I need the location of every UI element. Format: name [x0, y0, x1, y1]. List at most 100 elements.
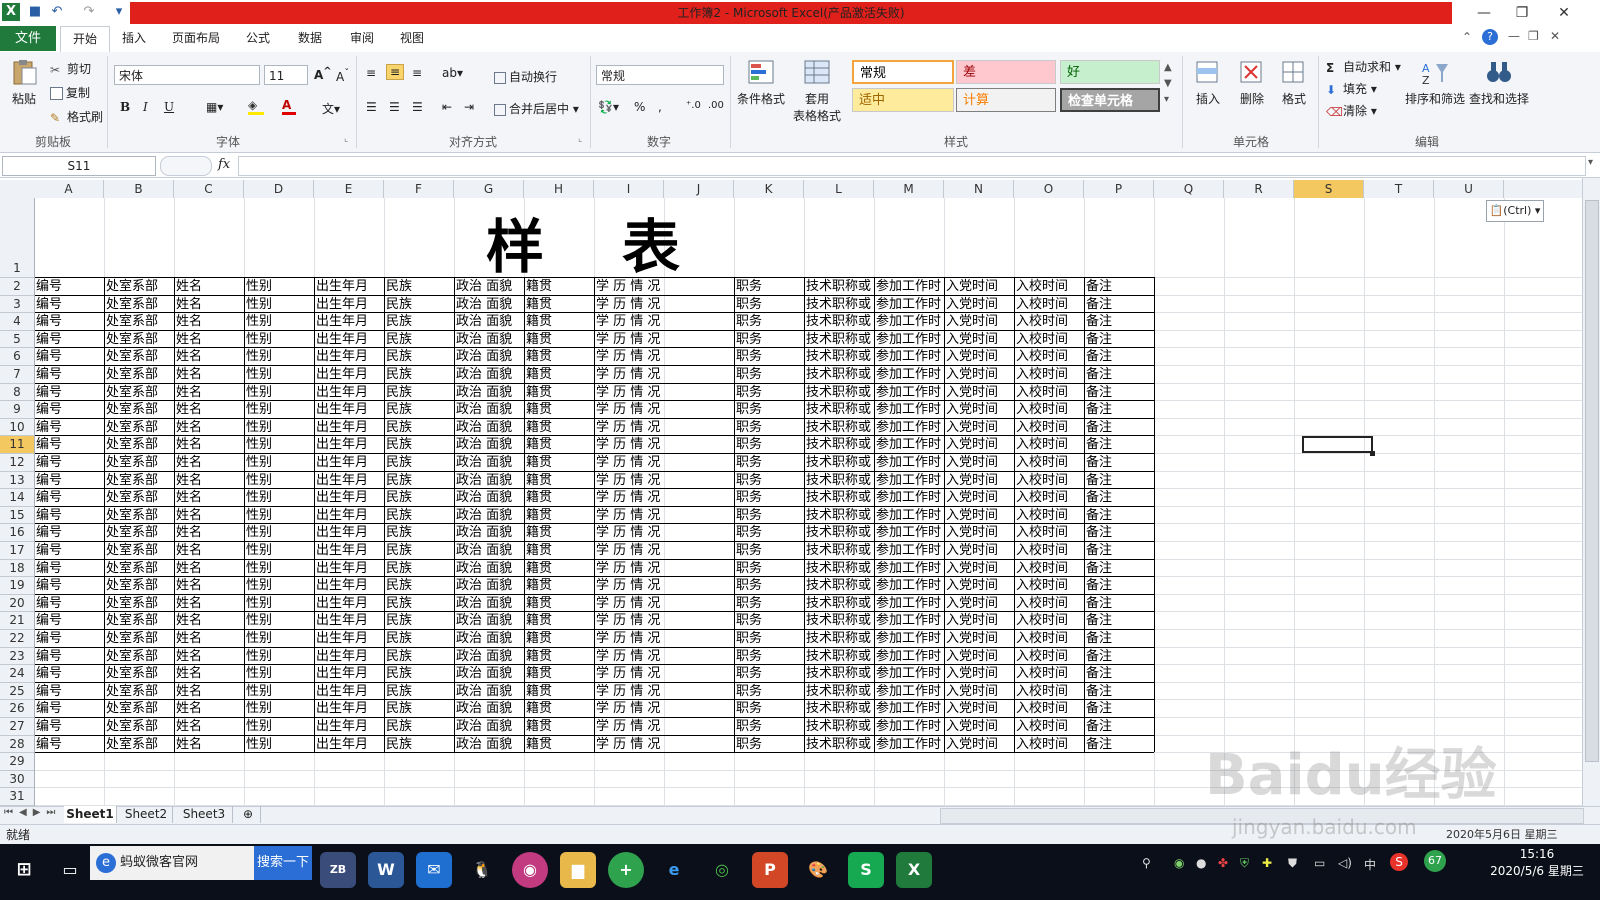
cell-D5[interactable]: 性别: [244, 331, 314, 349]
cell-L20[interactable]: 技术职称或: [804, 595, 874, 613]
cell-D20[interactable]: 性别: [244, 595, 314, 613]
cell-M28[interactable]: 参加工作时: [874, 736, 944, 754]
sheet-tab-sheet2[interactable]: Sheet2: [120, 806, 173, 823]
cell-B4[interactable]: 处室系部: [104, 313, 174, 331]
cell-K13[interactable]: 职务: [734, 472, 804, 490]
cell-G28[interactable]: 政治 面貌: [454, 736, 524, 754]
row-header-17[interactable]: 17: [0, 542, 34, 560]
percent-style-icon[interactable]: %: [634, 100, 645, 114]
cell-C19[interactable]: 姓名: [174, 577, 244, 595]
cell-D27[interactable]: 性别: [244, 718, 314, 736]
cell-O7[interactable]: 入校时间: [1014, 366, 1084, 384]
cell-A8[interactable]: 编号: [35, 384, 104, 402]
cell-G6[interactable]: 政治 面貌: [454, 348, 524, 366]
excel-app-icon[interactable]: X: [2, 3, 20, 21]
cell-I9[interactable]: 学 历 情 况: [594, 401, 734, 419]
cell-A20[interactable]: 编号: [35, 595, 104, 613]
wechat-tray-icon[interactable]: ◉: [1174, 856, 1184, 870]
column-header-S[interactable]: S: [1294, 180, 1364, 198]
cell-D21[interactable]: 性别: [244, 612, 314, 630]
wrap-text-button[interactable]: 自动换行: [494, 68, 557, 85]
cell-P16[interactable]: 备注: [1084, 524, 1154, 542]
cell-P14[interactable]: 备注: [1084, 489, 1154, 507]
cell-F14[interactable]: 民族: [384, 489, 454, 507]
cell-D16[interactable]: 性别: [244, 524, 314, 542]
cell-F16[interactable]: 民族: [384, 524, 454, 542]
row-header-26[interactable]: 26: [0, 700, 34, 718]
cell-D6[interactable]: 性别: [244, 348, 314, 366]
cell-I8[interactable]: 学 历 情 况: [594, 384, 734, 402]
cell-E10[interactable]: 出生年月: [314, 419, 384, 437]
cell-G25[interactable]: 政治 面貌: [454, 683, 524, 701]
cell-N3[interactable]: 入党时间: [944, 296, 1014, 314]
cell-H10[interactable]: 籍贯: [524, 419, 594, 437]
cell-N15[interactable]: 入党时间: [944, 507, 1014, 525]
cell-N16[interactable]: 入党时间: [944, 524, 1014, 542]
cell-C23[interactable]: 姓名: [174, 648, 244, 666]
cell-G19[interactable]: 政治 面貌: [454, 577, 524, 595]
cell-G5[interactable]: 政治 面貌: [454, 331, 524, 349]
sort-filter-button[interactable]: AZ 排序和筛选: [1404, 58, 1466, 107]
cell-K12[interactable]: 职务: [734, 454, 804, 472]
cell-L27[interactable]: 技术职称或: [804, 718, 874, 736]
cell-O10[interactable]: 入校时间: [1014, 419, 1084, 437]
windows-start-icon[interactable]: ⊞: [6, 852, 42, 888]
paste-button[interactable]: 粘贴: [6, 58, 42, 107]
task-view-icon[interactable]: ▭: [52, 852, 88, 888]
cell-O5[interactable]: 入校时间: [1014, 331, 1084, 349]
cell-D19[interactable]: 性别: [244, 577, 314, 595]
cell-K14[interactable]: 职务: [734, 489, 804, 507]
comma-style-icon[interactable]: ,: [658, 100, 662, 114]
cell-N23[interactable]: 入党时间: [944, 648, 1014, 666]
column-header-L[interactable]: L: [804, 180, 874, 198]
cell-C12[interactable]: 姓名: [174, 454, 244, 472]
cell-G15[interactable]: 政治 面貌: [454, 507, 524, 525]
qq-app-icon[interactable]: 🐧: [464, 852, 500, 888]
cell-O22[interactable]: 入校时间: [1014, 630, 1084, 648]
cell-M16[interactable]: 参加工作时: [874, 524, 944, 542]
cell-C18[interactable]: 姓名: [174, 560, 244, 578]
cell-E8[interactable]: 出生年月: [314, 384, 384, 402]
cell-O23[interactable]: 入校时间: [1014, 648, 1084, 666]
conditional-formatting-button[interactable]: 条件格式: [734, 58, 788, 107]
green-plus-app-icon[interactable]: +: [608, 852, 644, 888]
cell-H24[interactable]: 籍贯: [524, 665, 594, 683]
cell-B16[interactable]: 处室系部: [104, 524, 174, 542]
cell-H16[interactable]: 籍贯: [524, 524, 594, 542]
cell-H9[interactable]: 籍贯: [524, 401, 594, 419]
row-header-5[interactable]: 5: [0, 331, 34, 349]
fill-color-icon[interactable]: ◈: [248, 98, 264, 115]
cell-C17[interactable]: 姓名: [174, 542, 244, 560]
cell-C7[interactable]: 姓名: [174, 366, 244, 384]
cell-P5[interactable]: 备注: [1084, 331, 1154, 349]
cell-F17[interactable]: 民族: [384, 542, 454, 560]
cell-L6[interactable]: 技术职称或: [804, 348, 874, 366]
cell-M24[interactable]: 参加工作时: [874, 665, 944, 683]
cell-B27[interactable]: 处室系部: [104, 718, 174, 736]
borders-icon[interactable]: ▦▾: [206, 100, 223, 114]
cell-B22[interactable]: 处室系部: [104, 630, 174, 648]
column-header-M[interactable]: M: [874, 180, 944, 198]
column-header-U[interactable]: U: [1434, 180, 1504, 198]
find-select-button[interactable]: 查找和选择: [1468, 58, 1530, 107]
cell-F20[interactable]: 民族: [384, 595, 454, 613]
underline-button[interactable]: U: [164, 100, 174, 114]
row-header-12[interactable]: 12: [0, 454, 34, 472]
cell-A11[interactable]: 编号: [35, 436, 104, 454]
cell-G4[interactable]: 政治 面貌: [454, 313, 524, 331]
cell-I28[interactable]: 学 历 情 况: [594, 736, 734, 754]
cell-E4[interactable]: 出生年月: [314, 313, 384, 331]
style-bad[interactable]: 差: [956, 60, 1056, 84]
cell-N20[interactable]: 入党时间: [944, 595, 1014, 613]
row-header-9[interactable]: 9: [0, 401, 34, 419]
cell-L15[interactable]: 技术职称或: [804, 507, 874, 525]
cell-E5[interactable]: 出生年月: [314, 331, 384, 349]
cell-E25[interactable]: 出生年月: [314, 683, 384, 701]
cell-P20[interactable]: 备注: [1084, 595, 1154, 613]
cell-O3[interactable]: 入校时间: [1014, 296, 1084, 314]
cell-H15[interactable]: 籍贯: [524, 507, 594, 525]
cell-B6[interactable]: 处室系部: [104, 348, 174, 366]
cell-H6[interactable]: 籍贯: [524, 348, 594, 366]
cell-M13[interactable]: 参加工作时: [874, 472, 944, 490]
cell-P18[interactable]: 备注: [1084, 560, 1154, 578]
